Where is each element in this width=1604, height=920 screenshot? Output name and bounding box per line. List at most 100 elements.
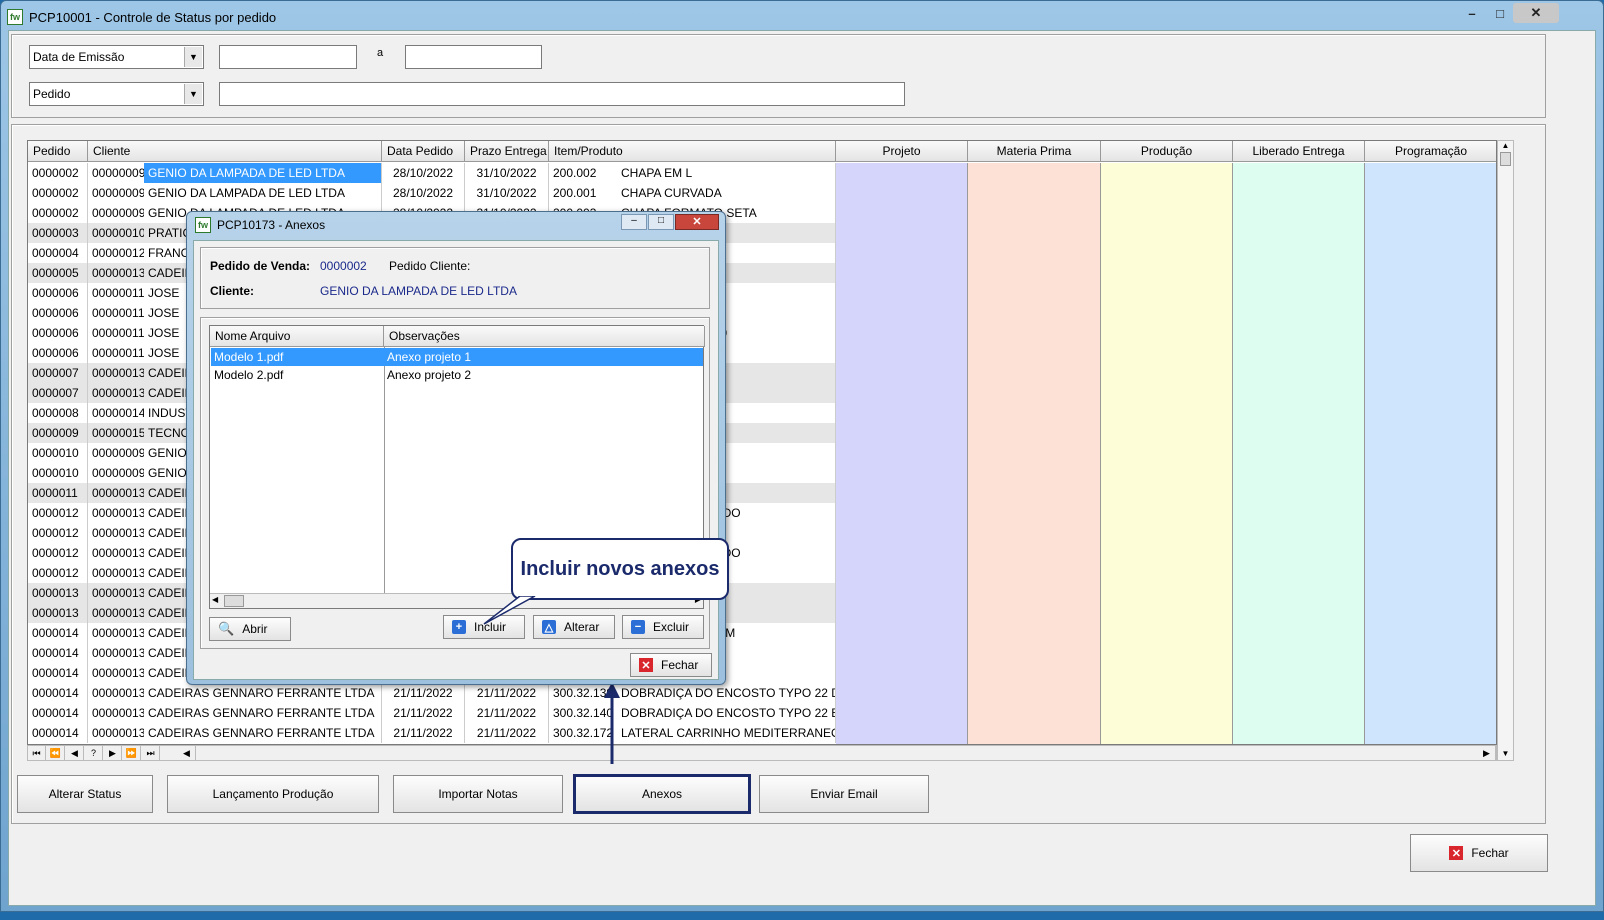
scroll-left-icon[interactable]: ◀ bbox=[178, 746, 196, 760]
table-cell: 0000014 bbox=[28, 643, 88, 663]
column-header[interactable]: Item/Produto bbox=[549, 141, 836, 162]
grid-nav-button[interactable]: ⏮ bbox=[28, 746, 46, 760]
table-cell: 00000009 bbox=[92, 466, 144, 480]
maximize-button[interactable]: □ bbox=[1485, 3, 1515, 23]
table-cell: 0000012 bbox=[28, 563, 88, 583]
abrir-button[interactable]: 🔍 Abrir bbox=[209, 617, 291, 641]
dialog-minimize-button[interactable]: – bbox=[621, 214, 647, 230]
minus-icon: − bbox=[631, 620, 645, 634]
minimize-button[interactable]: – bbox=[1457, 3, 1487, 23]
dialog-close-button[interactable]: ✕ bbox=[675, 214, 719, 230]
table-row[interactable]: 0000002 00000009GENIO DA LAMPADA DE LED L… bbox=[28, 163, 836, 183]
column-header[interactable]: Prazo Entrega bbox=[465, 141, 549, 162]
list-item[interactable]: Modelo 2.pdf Anexo projeto 2 bbox=[211, 366, 703, 384]
grid-nav-button[interactable]: ◀ bbox=[66, 746, 84, 760]
table-cell: 0000013 bbox=[28, 603, 88, 623]
table-cell: 0000006 bbox=[28, 343, 88, 363]
alterar-status-button[interactable]: Alterar Status bbox=[17, 775, 153, 813]
table-cell: 00000013 bbox=[92, 686, 144, 700]
table-cell: 00000013 bbox=[92, 366, 144, 380]
table-row[interactable]: 0000014 00000013 CADEIRAS GENNARO FERRANTE… bbox=[28, 723, 836, 743]
anexos-button[interactable]: Anexos bbox=[573, 774, 751, 814]
date-from-input[interactable] bbox=[219, 45, 357, 69]
grid-nav-button[interactable]: ? bbox=[85, 746, 103, 760]
table-row[interactable]: 0000014 00000013 CADEIRAS GENNARO FERRANTE… bbox=[28, 703, 836, 723]
importar-notas-button[interactable]: Importar Notas bbox=[393, 775, 563, 813]
search-field-select[interactable]: Pedido ▼ bbox=[29, 82, 204, 106]
pedido-venda-label: Pedido de Venda: bbox=[210, 259, 311, 273]
column-header[interactable]: Data Pedido bbox=[382, 141, 465, 162]
table-cell: 00000014 bbox=[92, 406, 144, 420]
column-header[interactable]: Projeto bbox=[836, 141, 968, 162]
column-header[interactable]: Materia Prima bbox=[968, 141, 1101, 162]
table-cell: 00000013 bbox=[92, 386, 144, 400]
arrow-annotation bbox=[604, 682, 620, 764]
grid-nav-button[interactable]: ⏩ bbox=[123, 746, 141, 760]
alterar-button[interactable]: △ Alterar bbox=[533, 615, 615, 639]
table-cell: 00000009 bbox=[92, 166, 144, 180]
table-cell: 0000009 bbox=[28, 423, 88, 443]
fechar-button[interactable]: ✕ Fechar bbox=[1410, 834, 1548, 872]
dialog-fechar-button[interactable]: ✕ Fechar bbox=[630, 653, 712, 677]
column-header[interactable]: Liberado Entrega bbox=[1233, 141, 1365, 162]
table-cell: 21/11/2022 bbox=[382, 683, 465, 703]
table-cell: 00000013 bbox=[92, 546, 144, 560]
table-cell: DOBRADIÇA DO ENCOSTO TYPO 22 ESQU bbox=[617, 703, 836, 723]
column-header[interactable]: Cliente bbox=[88, 141, 382, 162]
table-cell: 00000011 bbox=[92, 286, 144, 300]
table-cell: 00000013 bbox=[92, 266, 144, 280]
column-header[interactable]: Programação bbox=[1365, 141, 1496, 162]
table-cell: 00000013 bbox=[92, 726, 144, 740]
col-nome-arquivo[interactable]: Nome Arquivo bbox=[210, 326, 384, 347]
grid-nav-button[interactable]: ⏪ bbox=[47, 746, 65, 760]
scroll-right-icon[interactable]: ▶ bbox=[1478, 746, 1496, 760]
lancamento-producao-button[interactable]: Lançamento Produção bbox=[167, 775, 379, 813]
dialog-maximize-button[interactable]: □ bbox=[648, 214, 674, 230]
list-item[interactable]: Modelo 1.pdf Anexo projeto 1 bbox=[211, 348, 703, 366]
edit-icon: △ bbox=[542, 620, 556, 634]
table-cell: 0000003 bbox=[28, 223, 88, 243]
table-cell: 21/11/2022 bbox=[382, 723, 465, 743]
dialog-title: PCP10173 - Anexos bbox=[217, 218, 326, 232]
callout-annotation: Incluir novos anexos bbox=[511, 538, 729, 600]
table-cell: 0000010 bbox=[28, 463, 88, 483]
status-column-fill bbox=[968, 163, 1101, 744]
table-cell: 21/11/2022 bbox=[465, 703, 549, 723]
col-observacoes[interactable]: Observações bbox=[384, 326, 705, 347]
table-cell: 200.001 bbox=[553, 186, 597, 200]
dialog-client: Pedido de Venda: 0000002 Pedido Cliente:… bbox=[193, 240, 719, 680]
table-cell: CADEIRAS GENNARO FERRANTE LTDA bbox=[144, 703, 382, 723]
anexos-dialog: fw PCP10173 - Anexos – □ ✕ Pedido de Ven… bbox=[186, 211, 726, 685]
grid-nav-button[interactable]: ⏭ bbox=[142, 746, 160, 760]
callout-pointer bbox=[483, 596, 536, 625]
table-cell: GENIO DA LAMPADA DE LED LTDA bbox=[144, 183, 382, 203]
table-cell: 00000011 bbox=[92, 326, 144, 340]
table-cell: 00000009 bbox=[92, 446, 144, 460]
cliente-value: GENIO DA LAMPADA DE LED LTDA bbox=[320, 284, 517, 298]
table-cell: 00000011 bbox=[92, 346, 144, 360]
excluir-button[interactable]: − Excluir bbox=[622, 615, 704, 639]
table-row[interactable]: 0000014 00000013 CADEIRAS GENNARO FERRANTE… bbox=[28, 683, 836, 703]
date-to-input[interactable] bbox=[405, 45, 542, 69]
table-cell: CADEIRAS GENNARO FERRANTE LTDA bbox=[144, 723, 382, 743]
table-cell: 00000011 bbox=[92, 306, 144, 320]
table-cell: 00000013 bbox=[92, 606, 144, 620]
table-cell: 00000013 bbox=[92, 486, 144, 500]
table-row[interactable]: 0000002 00000009GENIO DA LAMPADA DE LED L… bbox=[28, 183, 836, 203]
column-header[interactable]: Pedido bbox=[28, 141, 88, 162]
grid-nav-button[interactable]: ▶ bbox=[104, 746, 122, 760]
close-window-button[interactable]: ✕ bbox=[1513, 3, 1559, 23]
search-input[interactable] bbox=[219, 82, 905, 106]
table-cell: 200.002 bbox=[553, 166, 597, 180]
vertical-scrollbar[interactable]: ▲ ▼ bbox=[1497, 140, 1514, 761]
table-cell: CADEIRAS GENNARO FERRANTE LTDA bbox=[144, 683, 382, 703]
table-cell: 0000013 bbox=[28, 583, 88, 603]
filter-field-select[interactable]: Data de Emissão ▼ bbox=[29, 45, 204, 69]
chevron-down-icon: ▼ bbox=[184, 47, 202, 67]
close-icon: ✕ bbox=[1449, 846, 1464, 860]
column-header[interactable]: Produção bbox=[1101, 141, 1233, 162]
table-cell: 0000014 bbox=[28, 723, 88, 743]
table-cell: 00000010 bbox=[92, 226, 144, 240]
enviar-email-button[interactable]: Enviar Email bbox=[759, 775, 929, 813]
date-separator: a bbox=[377, 47, 384, 59]
